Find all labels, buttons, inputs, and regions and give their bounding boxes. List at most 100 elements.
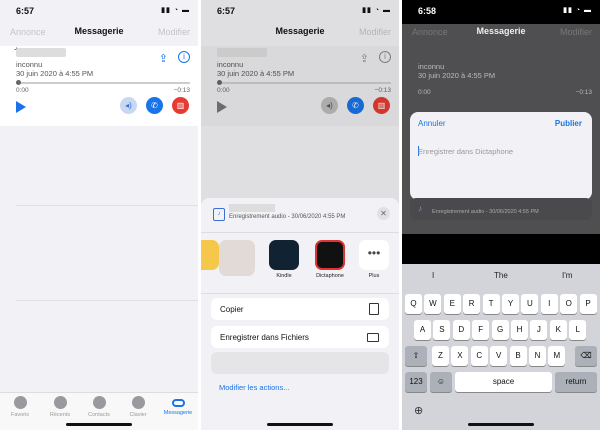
delete-key[interactable]: ⌫ [575, 346, 597, 366]
key-f[interactable]: F [472, 320, 490, 340]
app-icon [201, 240, 219, 270]
key-s[interactable]: S [433, 320, 451, 340]
app-label: Kindle [276, 273, 292, 279]
modify-actions-link[interactable]: Modifier les actions... [219, 383, 289, 392]
app-label: Plus [368, 273, 380, 279]
call-back-icon[interactable]: ✆ [146, 97, 163, 114]
elapsed-time: 0:00 [16, 87, 29, 94]
tab-label: Clavier [129, 412, 147, 418]
action-label: Enregistrer dans Fichiers [220, 333, 309, 342]
playback-scrubber[interactable] [16, 80, 190, 85]
key-d[interactable]: D [452, 320, 470, 340]
tab-contacts[interactable]: Contacts [81, 396, 117, 418]
app-redacted[interactable] [219, 240, 255, 279]
more-icon: ••• [359, 240, 389, 270]
app-more[interactable]: ••• Plus [357, 240, 391, 279]
nav-bar: Annonce Messagerie Modifier [0, 24, 198, 46]
cancel-button[interactable]: Annuler [418, 119, 446, 128]
caller-name: inconnu [16, 60, 43, 69]
scrubber-handle[interactable] [16, 80, 21, 85]
return-key[interactable]: return [555, 372, 597, 392]
key-n[interactable]: N [529, 346, 546, 366]
suggestion[interactable]: The [494, 271, 508, 280]
home-indicator [267, 423, 333, 426]
suggestion[interactable]: I [432, 271, 434, 280]
share-icon[interactable]: ⇪ [159, 52, 168, 65]
edit-button[interactable]: Modifier [560, 27, 592, 37]
key-b[interactable]: B [509, 346, 527, 366]
key-i[interactable]: I [540, 294, 558, 314]
key-v[interactable]: V [490, 346, 508, 366]
folder-icon [367, 333, 379, 342]
tab-keypad[interactable]: Clavier [120, 396, 156, 418]
tab-voicemail[interactable]: Messagerie [160, 396, 196, 416]
key-u[interactable]: U [521, 294, 539, 314]
globe-icon[interactable]: ⊕ [414, 404, 423, 417]
info-icon[interactable]: i [178, 51, 190, 63]
key-p[interactable]: P [579, 294, 597, 314]
key-m[interactable]: M [548, 346, 566, 366]
attachment-preview: ♪ Enregistrement audio - 30/06/2020 4:55… [410, 198, 592, 220]
key-h[interactable]: H [511, 320, 528, 340]
voicemail-item[interactable]: + inconnu 30 juin 2020 à 4:55 PM ⇪ i 0:0… [0, 45, 198, 126]
remaining-time: −0:13 [575, 89, 592, 96]
tab-label: Favoris [10, 412, 30, 418]
caller-name: inconnu [418, 62, 445, 71]
contact-icon [92, 396, 106, 409]
key-j[interactable]: J [530, 320, 548, 340]
tab-recents[interactable]: Récents [42, 396, 78, 418]
keypad-icon [131, 396, 145, 409]
post-dialog-screen: 6:58 ▮▮ ◔ ▬ Annonce Messagerie Modifier … [402, 0, 600, 430]
app-kindle[interactable]: Kindle [267, 240, 301, 279]
suggestion[interactable]: I'm [562, 271, 572, 280]
suggestion-bar: I The I'm [402, 264, 600, 286]
play-icon[interactable] [16, 101, 26, 113]
shift-key[interactable]: ⇧ [405, 346, 427, 366]
app-dictaphone[interactable]: Dictaphone [313, 240, 347, 279]
key-o[interactable]: O [560, 294, 578, 314]
space-key[interactable]: space [455, 372, 552, 392]
numbers-key[interactable]: 123 [405, 372, 427, 392]
key-q[interactable]: Q [405, 294, 422, 314]
app-label: Dictaphone [316, 273, 344, 279]
divider [16, 205, 198, 206]
speaker-icon[interactable]: ◂) [120, 97, 137, 114]
key-z[interactable]: Z [432, 346, 449, 366]
edit-button[interactable]: Modifier [158, 27, 190, 37]
post-text-input[interactable]: Enregistrer dans Dictaphone [418, 147, 513, 156]
key-g[interactable]: G [491, 320, 509, 340]
emoji-key[interactable]: ☺ [430, 372, 452, 392]
key-c[interactable]: C [470, 346, 488, 366]
app-partial[interactable] [201, 240, 221, 273]
action-label: Copier [220, 305, 244, 314]
save-to-files-action[interactable]: Enregistrer dans Fichiers [211, 326, 389, 348]
key-y[interactable]: Y [502, 294, 519, 314]
divider [16, 300, 198, 301]
remaining-time: −0:13 [173, 87, 190, 94]
clock-icon [53, 396, 67, 409]
home-indicator [468, 423, 534, 426]
home-indicator [66, 423, 132, 426]
key-r[interactable]: R [463, 294, 481, 314]
voicemail-date: 30 juin 2020 à 4:55 PM [16, 69, 94, 78]
voicemail-date: 30 juin 2020 à 4:55 PM [418, 71, 496, 80]
close-icon[interactable]: ✕ [377, 207, 390, 220]
audio-file-icon: ♪ [213, 208, 225, 221]
tab-label: Messagerie [163, 410, 193, 416]
audio-file-icon: ♪ [418, 204, 422, 213]
key-k[interactable]: K [549, 320, 567, 340]
tab-favorites[interactable]: Favoris [2, 396, 38, 418]
action-redacted[interactable] [211, 352, 389, 374]
copy-action[interactable]: Copier [211, 298, 389, 320]
key-w[interactable]: W [424, 294, 442, 314]
key-t[interactable]: T [482, 294, 500, 314]
key-a[interactable]: A [414, 320, 431, 340]
key-e[interactable]: E [443, 294, 461, 314]
publish-button[interactable]: Publier [555, 119, 582, 128]
delete-icon[interactable]: ▥ [172, 97, 189, 114]
post-dialog: Annuler Publier Enregistrer dans Dictaph… [410, 112, 592, 200]
key-l[interactable]: L [569, 320, 587, 340]
share-sheet: ♪ Enregistrement audio - 30/06/2020 4:55… [201, 198, 399, 430]
nav-bar: Annonce Messagerie Modifier [402, 24, 600, 46]
key-x[interactable]: X [451, 346, 469, 366]
